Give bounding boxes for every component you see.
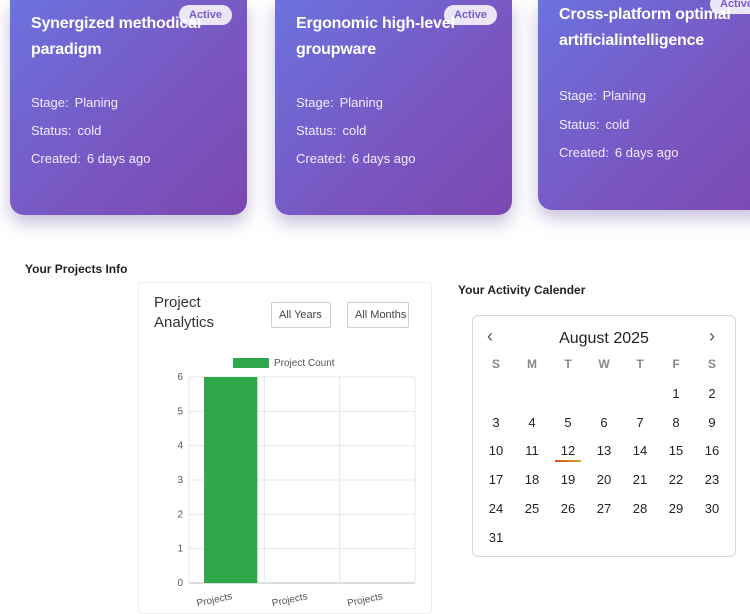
calendar-day[interactable]: 6 — [590, 415, 618, 430]
y-tick-label: 5 — [177, 406, 183, 417]
project-stage: Stage: Planing — [559, 88, 646, 103]
project-created: Created: 6 days ago — [31, 151, 151, 166]
y-tick-label: 4 — [177, 441, 183, 452]
bar — [204, 377, 258, 583]
calendar-day[interactable]: 26 — [554, 501, 582, 516]
calendar-day[interactable]: 25 — [518, 501, 546, 516]
project-stage: Stage: Planing — [31, 95, 118, 110]
weekday-label: F — [672, 357, 680, 371]
calendar-day[interactable]: 19 — [554, 472, 582, 487]
status-badge: Active — [179, 5, 233, 25]
weekday-label: S — [707, 357, 716, 371]
calendar-day[interactable]: 9 — [698, 415, 726, 430]
calendar-day[interactable]: 1 — [662, 386, 690, 401]
x-tick-label: Projects — [346, 591, 384, 609]
weekday-label: S — [491, 357, 500, 371]
calendar-day[interactable]: 15 — [662, 443, 690, 458]
legend-label: Project Count — [274, 358, 335, 369]
status-badge: Active — [710, 0, 750, 14]
project-status: Status: cold — [559, 117, 630, 132]
calendar-day[interactable]: 10 — [482, 443, 510, 458]
weekday-label: M — [527, 357, 537, 371]
project-created: Created: 6 days ago — [296, 151, 416, 166]
project-status: Status: cold — [296, 123, 367, 138]
calendar-day[interactable]: 22 — [662, 472, 690, 487]
calendar-day[interactable]: 3 — [482, 415, 510, 430]
y-tick-label: 6 — [177, 372, 183, 383]
activity-calendar: ‹ › August 2025 S M T W T F S 1 2 3 4 5 6 7 8 9 10 11 12 13… — [472, 315, 736, 557]
calendar-day[interactable]: 27 — [590, 501, 618, 516]
projects-info-heading: Your Projects Info — [25, 262, 128, 276]
calendar-day[interactable]: 11 — [518, 443, 546, 458]
weekday-label: T — [564, 357, 572, 371]
activity-calendar-heading: Your Activity Calender — [458, 283, 586, 297]
calendar-day[interactable]: 16 — [698, 443, 726, 458]
calendar-month: August 2025 — [559, 330, 649, 347]
x-tick-label: Projects — [271, 591, 309, 609]
calendar-day[interactable]: 20 — [590, 472, 618, 487]
calendar-day[interactable]: 31 — [482, 530, 510, 545]
project-card[interactable]: Cross-platform optimal artificialintelli… — [538, 0, 750, 210]
calendar-day[interactable]: 7 — [626, 415, 654, 430]
calendar-day[interactable]: 29 — [662, 501, 690, 516]
legend-swatch — [233, 358, 269, 368]
bar-chart: 0 1 2 3 4 5 6 Projects Projects Projects Project C… — [177, 358, 416, 609]
project-status: Status: cold — [31, 123, 102, 138]
calendar-day[interactable]: 18 — [518, 472, 546, 487]
calendar-day[interactable]: 8 — [662, 415, 690, 430]
calendar-day[interactable]: 21 — [626, 472, 654, 487]
calendar-day[interactable]: 23 — [698, 472, 726, 487]
y-tick-label: 1 — [177, 544, 183, 555]
project-card[interactable]: Ergonomic high-level groupware Active St… — [275, 0, 512, 215]
calendar-day[interactable]: 14 — [626, 443, 654, 458]
calendar-day[interactable]: 4 — [518, 415, 546, 430]
project-stage: Stage: Planing — [296, 95, 383, 110]
calendar-day[interactable]: 24 — [482, 501, 510, 516]
today-indicator — [555, 460, 581, 463]
calendar-day[interactable]: 13 — [590, 443, 618, 458]
weekday-label: W — [598, 357, 610, 371]
calendar-day[interactable]: 5 — [554, 415, 582, 430]
x-tick-label: Projects — [196, 591, 234, 609]
calendar-day[interactable]: 30 — [698, 501, 726, 516]
calendar-day[interactable]: 2 — [698, 386, 726, 401]
y-tick-label: 2 — [177, 509, 183, 520]
y-tick-label: 3 — [177, 475, 183, 486]
weekday-label: T — [636, 357, 644, 371]
calendar-day[interactable]: 28 — [626, 501, 654, 516]
project-card[interactable]: Synergized methodical paradigm Active St… — [10, 0, 247, 215]
project-created: Created: 6 days ago — [559, 145, 679, 160]
project-analytics-panel: Project Analytics All Years All Months 0… — [138, 282, 432, 614]
status-badge: Active — [444, 5, 498, 25]
calendar-day[interactable]: 17 — [482, 472, 510, 487]
y-tick-label: 0 — [177, 578, 183, 589]
calendar-day[interactable]: 12 — [554, 443, 582, 458]
